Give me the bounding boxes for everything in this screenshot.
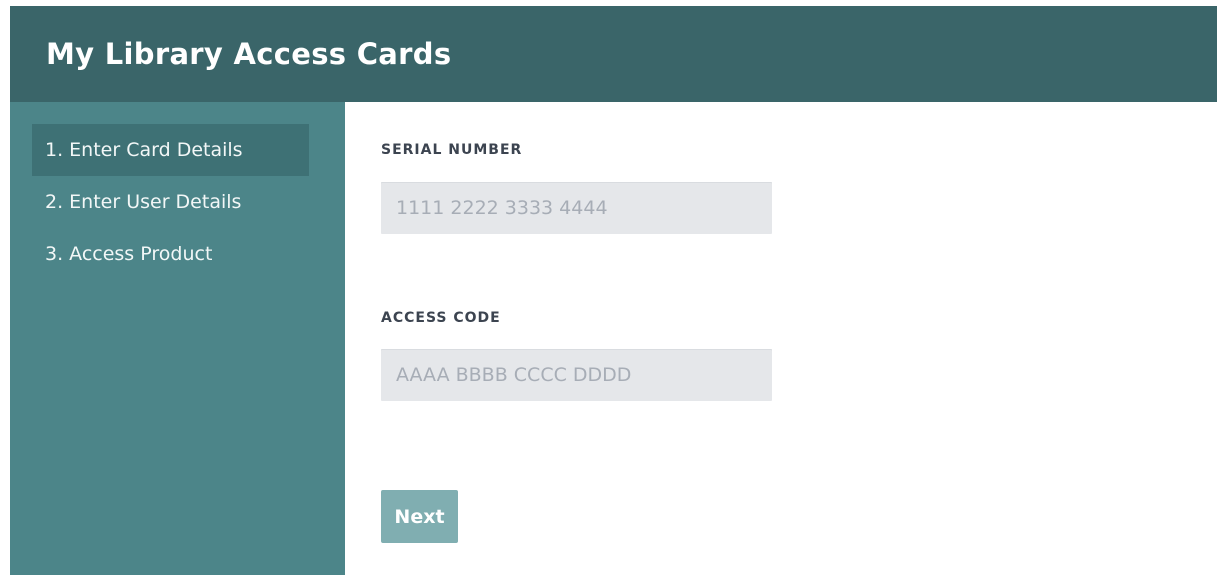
serial-number-input[interactable] (381, 182, 772, 234)
next-button[interactable]: Next (381, 490, 458, 543)
page-title: My Library Access Cards (46, 37, 452, 71)
step-access-product[interactable]: 3. Access Product (32, 228, 309, 280)
steps-sidebar: 1. Enter Card Details 2. Enter User Deta… (10, 102, 345, 575)
page: My Library Access Cards 1. Enter Card De… (0, 0, 1217, 575)
step-enter-user-details[interactable]: 2. Enter User Details (32, 176, 309, 228)
step-enter-card-details[interactable]: 1. Enter Card Details (32, 124, 309, 176)
serial-number-label: SERIAL NUMBER (381, 142, 523, 158)
app-header: My Library Access Cards (10, 6, 1217, 102)
access-code-input[interactable] (381, 349, 772, 401)
access-code-label: ACCESS CODE (381, 310, 501, 326)
card-details-form: SERIAL NUMBER ACCESS CODE Next (345, 102, 1217, 575)
